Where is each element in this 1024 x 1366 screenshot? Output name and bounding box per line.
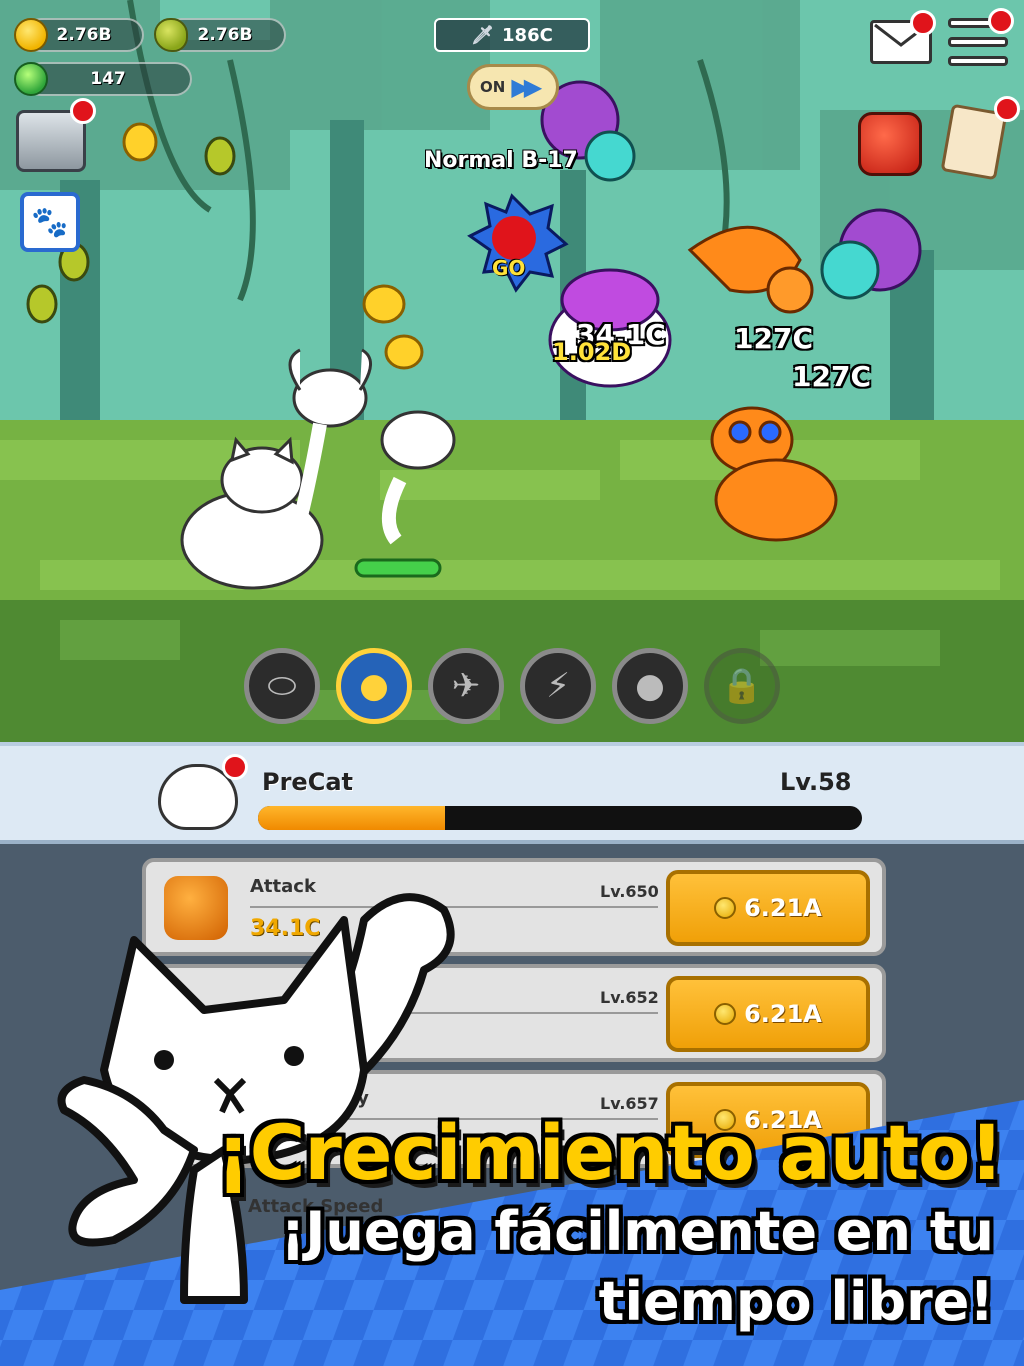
mail-notification-dot — [910, 10, 936, 36]
skill-bar: ⬭ ● ✈ ⚡ ● 🔒 — [244, 648, 780, 724]
cans-notification-dot — [70, 98, 96, 124]
cat-name: PreCat — [262, 768, 353, 796]
upgrade-cost: 6.21A — [744, 1000, 822, 1028]
promo-subline: ¡Juega fácilmente en tu — [280, 1200, 994, 1263]
coin-counter-value: 2.76B — [56, 25, 112, 45]
lock-icon: 🔒 — [720, 666, 764, 706]
gem-counter: 147 — [24, 62, 192, 96]
promo-subline: tiempo libre! — [598, 1270, 994, 1333]
paw-shield-icon: ⬭ — [267, 666, 297, 706]
promo-headline: ¡Crecimiento auto! — [216, 1108, 1004, 1197]
bird-icon: ✈ — [451, 666, 481, 706]
menu-notification-dot — [988, 8, 1014, 34]
skill-locked-slot: 🔒 — [704, 648, 780, 724]
calendar-icon: 🐾 — [31, 204, 69, 240]
coin-stack-icon: ● — [359, 666, 389, 706]
quest-notification-dot — [994, 96, 1020, 122]
auto-speed-toggle[interactable]: ON ▶▶ — [467, 64, 559, 110]
auto-speed-label: ON — [480, 78, 506, 96]
upgrade-level: Lv.650 — [600, 882, 659, 901]
upgrade-buy-button[interactable]: 6.21A — [666, 870, 870, 946]
damage-number: 1.02D — [552, 338, 632, 366]
coin-icon — [714, 897, 737, 919]
sword-icon: 🗡 — [471, 24, 495, 46]
skill-lightning-button[interactable]: ⚡ — [520, 648, 596, 724]
damage-number: 127C — [792, 360, 871, 393]
mango-icon — [154, 18, 188, 52]
skill-bird-button[interactable]: ✈ — [428, 648, 504, 724]
gem-counter-value: 147 — [90, 69, 126, 89]
go-label: GO — [492, 256, 526, 280]
cat-notification-dot — [222, 754, 248, 780]
lightning-icon: ⚡ — [546, 666, 570, 706]
stage-name: Normal B-17 — [424, 148, 578, 173]
skill-rock-button[interactable]: ● — [612, 648, 688, 724]
backpack-button[interactable] — [858, 112, 922, 176]
stage-power-value: 186C — [502, 24, 553, 46]
cat-level: Lv.58 — [780, 768, 852, 796]
gem-icon — [14, 62, 48, 96]
skill-paw-shield-button[interactable]: ⬭ — [244, 648, 320, 724]
cat-xp-bar — [258, 806, 862, 830]
coin-icon — [714, 1003, 737, 1025]
upgrade-cost: 6.21A — [744, 894, 822, 922]
cat-health-bar — [354, 558, 442, 578]
menu-icon-bar — [948, 56, 1008, 66]
skill-coin-button[interactable]: ● — [336, 648, 412, 724]
cat-info-panel: PreCat Lv.58 — [0, 742, 1024, 844]
coin-icon — [14, 18, 48, 52]
upgrade-buy-button[interactable]: 6.21A — [666, 976, 870, 1052]
rock-icon: ● — [635, 666, 665, 706]
mango-counter-value: 2.76B — [197, 25, 253, 45]
upgrade-level: Lv.652 — [600, 988, 659, 1007]
fast-forward-icon: ▶▶ — [511, 73, 542, 101]
calendar-button[interactable]: 🐾 — [20, 192, 80, 252]
damage-number: 127C — [734, 322, 813, 355]
cat-xp-fill — [258, 806, 446, 830]
stage-power-box: 🗡 186C — [434, 18, 590, 52]
menu-icon-bar — [948, 37, 1008, 47]
battle-scene: 2.76B 2.76B 147 🗡 186C ON ▶▶ 🐾 Normal B-… — [0, 0, 1024, 742]
